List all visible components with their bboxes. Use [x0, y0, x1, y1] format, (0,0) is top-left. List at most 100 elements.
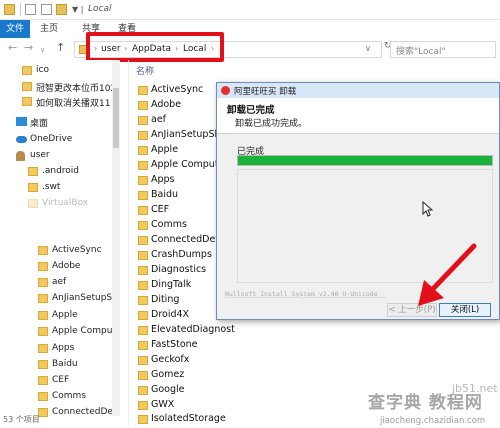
folder-icon [138, 176, 148, 185]
folder-icon [138, 116, 148, 125]
folder-icon [138, 266, 148, 275]
folder-icon [22, 66, 32, 75]
search-input[interactable]: 搜索"Local" [390, 41, 496, 58]
folder-icon [138, 146, 148, 155]
column-header-name[interactable]: 名称 [136, 64, 154, 77]
folder-icon [138, 221, 148, 230]
progress-fill [238, 156, 492, 165]
nav-item[interactable]: Baidu [38, 358, 114, 372]
divider [225, 297, 387, 298]
nav-item[interactable]: 冠智更改本位币1024 [22, 80, 114, 94]
folder-icon [28, 167, 38, 176]
forward-arrow-icon[interactable]: → [24, 42, 33, 54]
nav-item[interactable]: 如何取消关播双11自 [22, 95, 114, 109]
window-title: Local [88, 4, 112, 14]
folder-icon [138, 415, 148, 424]
folder-icon [138, 161, 148, 170]
folder-icon [22, 97, 32, 106]
nav-item-user[interactable]: user [16, 149, 114, 163]
chevron-down-icon[interactable]: ∨ [365, 44, 371, 53]
folder-icon [138, 236, 148, 245]
folder-icon [138, 101, 148, 110]
divider [20, 3, 21, 16]
folder-icon [38, 262, 48, 271]
folder-icon [38, 278, 48, 287]
dialog-title-bar[interactable]: 阿里旺旺买 卸载 [217, 83, 499, 98]
cloud-icon [16, 136, 27, 143]
nav-item[interactable]: .swt [28, 181, 114, 195]
mouse-cursor-icon [422, 201, 434, 217]
folder-icon [138, 371, 148, 380]
folder-icon [138, 206, 148, 215]
desktop-icon [16, 117, 27, 126]
tab-home[interactable]: 主页 [34, 20, 64, 38]
folder-icon [138, 341, 148, 350]
folder-icon [138, 191, 148, 200]
nav-item[interactable]: ConnectedDevi [38, 406, 114, 420]
folder-icon [138, 86, 148, 95]
watermark: 查字典 教程网 [368, 393, 483, 413]
nav-item-desktop[interactable]: 桌面 [16, 115, 114, 129]
highlight-box [86, 32, 224, 62]
folder-icon [38, 344, 48, 353]
folder-icon [22, 82, 32, 91]
nav-item[interactable]: Apple Computer [38, 325, 114, 339]
new-folder-icon[interactable] [56, 4, 67, 15]
new-document-icon[interactable] [41, 4, 52, 15]
nav-item[interactable]: ActiveSync [38, 244, 114, 258]
folder-icon [138, 131, 148, 140]
watermark-url: jiaocheng.chazidian.com [380, 416, 486, 426]
folder-icon [38, 311, 48, 320]
progress-bar [237, 155, 493, 166]
dialog-heading: 卸载已完成 [227, 105, 275, 116]
up-arrow-icon[interactable]: ↑ [56, 42, 65, 54]
recent-locations-icon[interactable]: ∨ [40, 44, 45, 56]
nav-item-onedrive[interactable]: OneDrive [16, 133, 114, 147]
nav-item[interactable]: CEF [38, 374, 114, 388]
scrollbar-thumb[interactable] [113, 88, 119, 148]
nav-item[interactable]: .android [28, 165, 114, 179]
properties-icon[interactable] [25, 4, 36, 15]
nav-item[interactable]: Apps [38, 342, 114, 356]
folder-icon [138, 251, 148, 260]
folder-icon [38, 294, 48, 303]
dialog-title: 阿里旺旺买 卸载 [234, 87, 297, 97]
divider [128, 60, 129, 426]
nav-item[interactable]: Adobe [38, 260, 114, 274]
title-bar: ▼ | Local [0, 0, 500, 20]
folder-icon [138, 296, 148, 305]
nav-item[interactable]: ico [22, 64, 114, 78]
app-icon [221, 86, 230, 95]
back-arrow-icon[interactable]: ← [8, 42, 17, 54]
folder-icon [38, 246, 48, 255]
nav-item[interactable]: aef [38, 276, 114, 290]
chevron-down-icon[interactable]: ▼ | [72, 5, 83, 14]
status-item-count: 53 个项目 [3, 415, 40, 424]
folder-icon [138, 311, 148, 320]
folder-icon [138, 326, 148, 335]
folder-icon [138, 281, 148, 290]
ribbon-tabs: 文件 主页 共享 查看 [0, 20, 500, 38]
folder-icon [28, 199, 38, 208]
folder-icon [138, 356, 148, 365]
navigation-scrollbar[interactable] [112, 60, 120, 416]
folder-icon [38, 360, 48, 369]
nav-item[interactable]: AnJianSetupSkin [38, 292, 114, 306]
nav-item[interactable]: Comms [38, 390, 114, 404]
folder-icon [28, 183, 38, 192]
dialog-header: 卸载已完成 卸载已成功完成。 [217, 98, 499, 134]
folder-icon [138, 401, 148, 410]
dialog-subheading: 卸载已成功完成。 [235, 119, 308, 129]
nav-item[interactable]: VirtualBox [28, 197, 114, 211]
folder-icon [38, 327, 48, 336]
red-arrow-icon [418, 243, 477, 306]
folder-icon [138, 386, 148, 395]
user-folder-icon [16, 151, 25, 161]
search-placeholder: 搜索"Local" [396, 47, 446, 57]
folder-icon [38, 392, 48, 401]
folder-icon [38, 376, 48, 385]
folder-icon [4, 4, 15, 15]
navigation-pane: ico 冠智更改本位币1024 如何取消关播双11自 桌面 OneDrive u… [0, 60, 118, 428]
tab-file[interactable]: 文件 [0, 20, 30, 38]
nav-item[interactable]: Apple [38, 309, 114, 323]
